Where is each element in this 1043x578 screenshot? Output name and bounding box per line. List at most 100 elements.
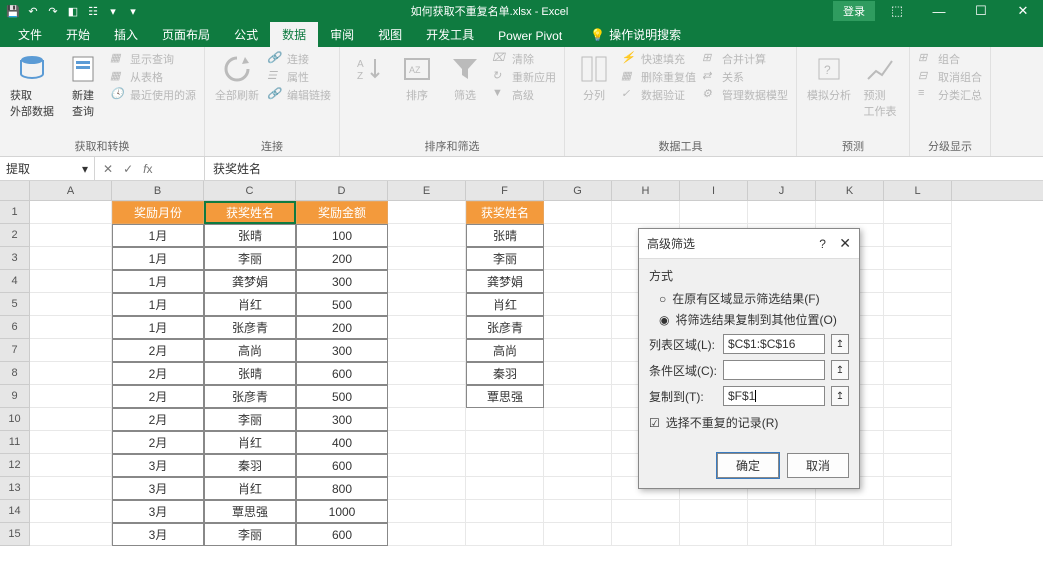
tab-review[interactable]: 审阅 bbox=[318, 22, 366, 47]
cell[interactable]: 高尚 bbox=[466, 339, 544, 362]
subtotal-button[interactable]: ≡分类汇总 bbox=[918, 87, 982, 103]
ok-button[interactable]: 确定 bbox=[717, 453, 779, 478]
cell[interactable] bbox=[612, 201, 680, 224]
cell[interactable]: 1月 bbox=[112, 247, 204, 270]
cell[interactable] bbox=[388, 431, 466, 454]
cell[interactable] bbox=[388, 362, 466, 385]
cell[interactable]: 获奖姓名 bbox=[204, 201, 296, 224]
cell[interactable] bbox=[30, 316, 112, 339]
cell[interactable]: 200 bbox=[296, 316, 388, 339]
tab-powerpivot[interactable]: Power Pivot bbox=[486, 25, 574, 47]
tab-layout[interactable]: 页面布局 bbox=[150, 22, 222, 47]
cell[interactable] bbox=[388, 247, 466, 270]
refresh-all-button[interactable]: 全部刷新 bbox=[213, 51, 261, 105]
col-header[interactable]: C bbox=[204, 181, 296, 200]
list-range-input[interactable]: $C$1:$C$16 bbox=[723, 334, 825, 354]
cell[interactable] bbox=[544, 385, 612, 408]
cell[interactable] bbox=[388, 477, 466, 500]
cell[interactable] bbox=[466, 523, 544, 546]
cell[interactable]: 肖红 bbox=[204, 293, 296, 316]
cell[interactable] bbox=[544, 362, 612, 385]
forecast-button[interactable]: 预测 工作表 bbox=[859, 51, 901, 121]
tab-file[interactable]: 文件 bbox=[6, 22, 54, 47]
unique-records-checkbox[interactable]: ☑选择不重复的记录(R) bbox=[649, 414, 849, 431]
cell[interactable]: 张晴 bbox=[466, 224, 544, 247]
cell[interactable]: 张彦青 bbox=[204, 385, 296, 408]
cell[interactable] bbox=[466, 408, 544, 431]
row-header[interactable]: 1 bbox=[0, 201, 30, 224]
cell[interactable]: 500 bbox=[296, 385, 388, 408]
clear-filter-button[interactable]: ⌧清除 bbox=[492, 51, 556, 67]
qat-icon[interactable]: ☷ bbox=[86, 4, 100, 18]
cell[interactable] bbox=[884, 362, 952, 385]
copy-to-input[interactable]: $F$1 bbox=[723, 386, 825, 406]
col-header[interactable]: D bbox=[296, 181, 388, 200]
cancel-icon[interactable]: ✕ bbox=[103, 162, 113, 176]
col-header[interactable]: H bbox=[612, 181, 680, 200]
cell[interactable] bbox=[544, 431, 612, 454]
row-header[interactable]: 15 bbox=[0, 523, 30, 546]
row-header[interactable]: 3 bbox=[0, 247, 30, 270]
row-header[interactable]: 2 bbox=[0, 224, 30, 247]
cell[interactable] bbox=[680, 500, 748, 523]
cell[interactable] bbox=[466, 454, 544, 477]
cell[interactable]: 500 bbox=[296, 293, 388, 316]
cell[interactable] bbox=[544, 454, 612, 477]
cell[interactable] bbox=[748, 500, 816, 523]
col-header[interactable]: I bbox=[680, 181, 748, 200]
row-header[interactable]: 6 bbox=[0, 316, 30, 339]
minimize-icon[interactable]: — bbox=[919, 4, 959, 19]
cell[interactable] bbox=[816, 201, 884, 224]
edit-links-button[interactable]: 🔗编辑链接 bbox=[267, 87, 331, 103]
cell[interactable] bbox=[612, 500, 680, 523]
row-header[interactable]: 8 bbox=[0, 362, 30, 385]
new-query-button[interactable]: 新建 查询 bbox=[62, 51, 104, 121]
cell[interactable] bbox=[544, 339, 612, 362]
chevron-down-icon[interactable]: ▾ bbox=[82, 162, 88, 176]
cell[interactable] bbox=[884, 454, 952, 477]
cell[interactable] bbox=[30, 293, 112, 316]
enter-icon[interactable]: ✓ bbox=[123, 162, 133, 176]
cell[interactable]: 200 bbox=[296, 247, 388, 270]
close-icon[interactable]: ✕ bbox=[839, 235, 851, 251]
cell[interactable] bbox=[544, 477, 612, 500]
help-icon[interactable]: ? bbox=[819, 237, 826, 251]
cell[interactable]: 400 bbox=[296, 431, 388, 454]
flash-fill-button[interactable]: ⚡快速填充 bbox=[621, 51, 696, 67]
row-header[interactable]: 9 bbox=[0, 385, 30, 408]
tab-view[interactable]: 视图 bbox=[366, 22, 414, 47]
cell[interactable] bbox=[884, 224, 952, 247]
cell[interactable] bbox=[30, 247, 112, 270]
cell[interactable]: 100 bbox=[296, 224, 388, 247]
cell[interactable] bbox=[544, 408, 612, 431]
cell[interactable] bbox=[544, 224, 612, 247]
cell[interactable]: 肖红 bbox=[204, 431, 296, 454]
select-all-corner[interactable] bbox=[0, 181, 30, 200]
reapply-button[interactable]: ↻重新应用 bbox=[492, 69, 556, 85]
col-header[interactable]: J bbox=[748, 181, 816, 200]
cell[interactable]: 300 bbox=[296, 408, 388, 431]
group-button[interactable]: ⊞组合 bbox=[918, 51, 982, 67]
cell[interactable] bbox=[466, 477, 544, 500]
cell[interactable]: 3月 bbox=[112, 454, 204, 477]
from-table-button[interactable]: ▦从表格 bbox=[110, 69, 196, 85]
cell[interactable] bbox=[884, 408, 952, 431]
cell[interactable] bbox=[884, 247, 952, 270]
range-picker-icon[interactable]: ↥ bbox=[831, 334, 849, 354]
fx-icon[interactable]: fx bbox=[143, 162, 152, 176]
cell[interactable]: 1月 bbox=[112, 224, 204, 247]
cell[interactable] bbox=[388, 339, 466, 362]
row-header[interactable]: 14 bbox=[0, 500, 30, 523]
cell[interactable] bbox=[30, 454, 112, 477]
cell[interactable]: 300 bbox=[296, 339, 388, 362]
cell[interactable] bbox=[612, 523, 680, 546]
cell[interactable] bbox=[544, 247, 612, 270]
close-icon[interactable]: ✕ bbox=[1003, 3, 1043, 19]
cell[interactable]: 奖励月份 bbox=[112, 201, 204, 224]
row-header[interactable]: 12 bbox=[0, 454, 30, 477]
cell[interactable] bbox=[30, 339, 112, 362]
maximize-icon[interactable]: ☐ bbox=[961, 3, 1001, 19]
cell[interactable]: 600 bbox=[296, 362, 388, 385]
cell[interactable]: 1月 bbox=[112, 270, 204, 293]
show-query-button[interactable]: ▦显示查询 bbox=[110, 51, 196, 67]
